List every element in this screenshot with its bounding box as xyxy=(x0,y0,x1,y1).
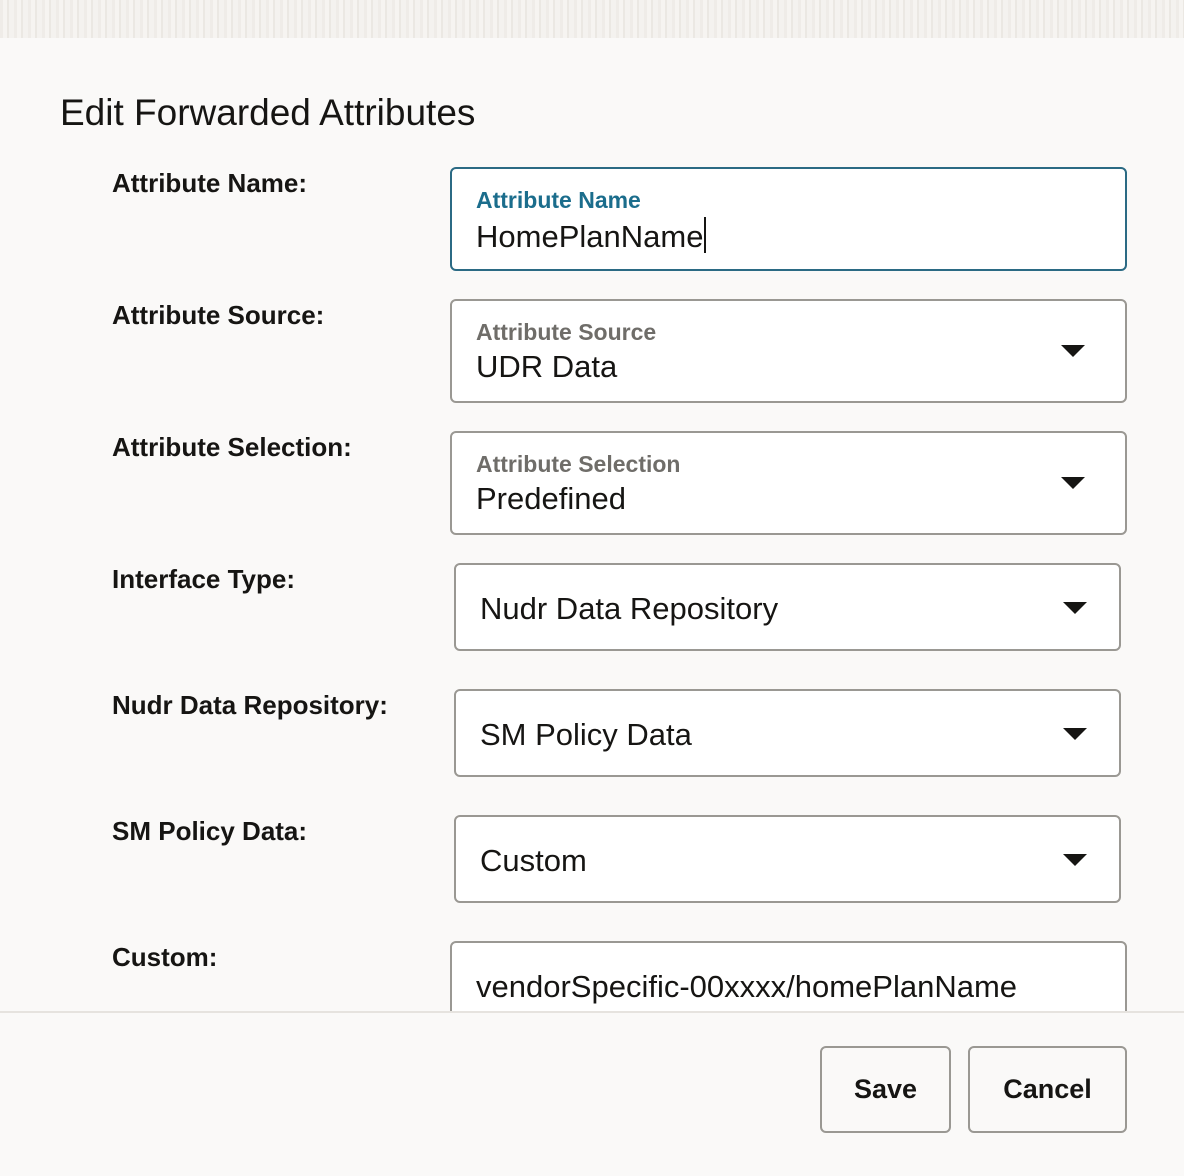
attribute-selection-label: Attribute Selection: xyxy=(112,432,352,462)
attribute-name-label: Attribute Name: xyxy=(112,168,308,198)
custom-label: Custom: xyxy=(112,942,218,972)
nudr-data-repository-select[interactable]: SM Policy Data xyxy=(454,689,1121,777)
interface-type-value: Nudr Data Repository xyxy=(480,591,779,626)
attribute-selection-select[interactable]: Attribute Selection Predefined xyxy=(450,431,1127,535)
sm-policy-data-select[interactable]: Custom xyxy=(454,815,1121,903)
nudr-data-repository-value: SM Policy Data xyxy=(480,717,692,752)
save-button[interactable]: Save xyxy=(820,1046,951,1133)
interface-type-label: Interface Type: xyxy=(112,564,296,594)
chevron-down-icon[interactable] xyxy=(1061,345,1085,357)
attribute-source-label: Attribute Source: xyxy=(112,300,325,330)
interface-type-select[interactable]: Nudr Data Repository xyxy=(454,563,1121,651)
attribute-selection-value: Predefined xyxy=(476,481,626,516)
attribute-source-float-label: Attribute Source xyxy=(476,319,657,345)
sm-policy-data-label: SM Policy Data: xyxy=(112,816,308,846)
attribute-source-select[interactable]: Attribute Source UDR Data xyxy=(450,299,1127,403)
attribute-name-value: HomePlanName xyxy=(476,219,704,254)
chevron-down-icon[interactable] xyxy=(1061,477,1085,489)
nudr-data-repository-label: Nudr Data Repository: xyxy=(112,690,388,720)
cancel-button[interactable]: Cancel xyxy=(968,1046,1127,1133)
attribute-source-value: UDR Data xyxy=(476,349,618,384)
chevron-down-icon[interactable] xyxy=(1063,854,1087,866)
attribute-name-input[interactable]: Attribute Name HomePlanName xyxy=(450,167,1127,271)
attribute-name-float-label: Attribute Name xyxy=(476,187,641,213)
custom-value: vendorSpecific-00xxxx/homePlanName xyxy=(476,969,1018,1004)
top-background-band xyxy=(0,0,1184,38)
chevron-down-icon[interactable] xyxy=(1063,728,1087,740)
dialog-title: Edit Forwarded Attributes xyxy=(60,92,476,133)
attribute-name-value-wrap: HomePlanName xyxy=(476,217,707,255)
text-cursor xyxy=(704,217,707,253)
chevron-down-icon[interactable] xyxy=(1063,602,1087,614)
attribute-selection-float-label: Attribute Selection xyxy=(476,451,681,477)
sm-policy-data-value: Custom xyxy=(480,843,587,878)
